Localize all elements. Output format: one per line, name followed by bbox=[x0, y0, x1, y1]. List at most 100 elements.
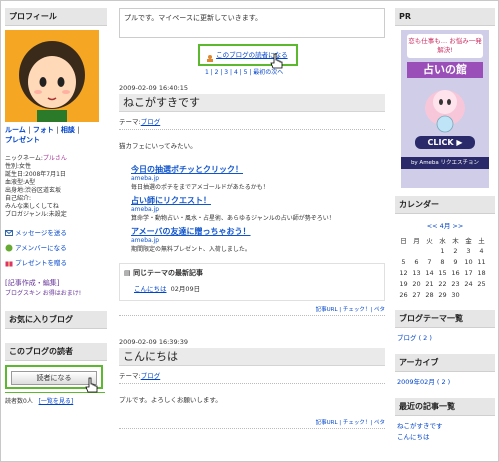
profile-nav: ルーム | フォト | 相談 | プレゼント bbox=[5, 126, 80, 144]
profile-details: ニックネーム:プルさん 性別:女性 誕生日:2008年7月1日 血液型:A型 出… bbox=[5, 155, 107, 219]
promo-source[interactable]: ameba.jp bbox=[131, 237, 385, 244]
promo-source[interactable]: ameba.jp bbox=[131, 206, 385, 213]
calendar-header: カレンダー bbox=[395, 196, 495, 214]
promo-title[interactable]: 占い師にリクエスト！ bbox=[131, 195, 385, 206]
send-message-label: メッセージを送る bbox=[15, 229, 67, 237]
calendar-table: 日月火水木金土 1234 5 6 7 8 9 10 11 12 13 14 15 16 17 18 19… bbox=[397, 234, 488, 300]
blog-theme-header: ブログテーマ一覧 bbox=[395, 310, 495, 328]
pager[interactable]: 1 | 2 | 3 | 4 | 5 | 最初の次へ bbox=[205, 67, 385, 76]
calendar-week: 5 6 7 8 9 10 11 bbox=[397, 256, 488, 267]
nickname-label: ニックネーム: bbox=[5, 155, 43, 162]
send-present-link[interactable]: プレゼントを贈る bbox=[5, 259, 107, 268]
weekday: 金 bbox=[465, 236, 472, 245]
ad-click-button[interactable]: CLICK ▶ bbox=[415, 136, 475, 149]
same-theme-box: ▤ 同じテーマの最新記事 こんにちは 02月09日 bbox=[119, 263, 385, 301]
theme-link[interactable]: ブログ bbox=[141, 118, 161, 126]
ad-title: 占いの館 bbox=[407, 62, 483, 78]
day bbox=[462, 289, 475, 300]
nav-photo-link[interactable]: フォト bbox=[33, 126, 54, 134]
promo-item: 今日の抽選ポチッとクリック！ ameba.jp 毎日抽選のポチをまでアメゴールド… bbox=[131, 164, 385, 191]
nav-consult-link[interactable]: 相談 bbox=[61, 126, 75, 134]
day: 12 bbox=[399, 268, 408, 277]
main-content: プルです。マイペースに更新していきます。 このブログの読者になる 1 | 2 |… bbox=[119, 8, 385, 429]
promo-item: 占い師にリクエスト！ ameba.jp 算命学・動物占い・風水・占星術、あらゆる… bbox=[131, 195, 385, 222]
day: 21 bbox=[425, 279, 434, 288]
edit-post-link[interactable]: [記事作成・編集] bbox=[5, 278, 107, 288]
day bbox=[410, 245, 423, 256]
entry-body: プルです。よろしくお願いします。 bbox=[119, 396, 222, 404]
day: 22 bbox=[438, 279, 447, 288]
theme-link[interactable]: ブログ bbox=[141, 372, 161, 380]
same-theme-link[interactable]: こんにちは bbox=[134, 285, 167, 293]
gift-icon bbox=[5, 259, 13, 267]
promo-title[interactable]: 今日の抽選ポチッとクリック！ bbox=[131, 164, 385, 175]
theme-label: テーマ: bbox=[119, 118, 141, 126]
day bbox=[423, 245, 436, 256]
day: 25 bbox=[477, 279, 486, 288]
day: 23 bbox=[451, 279, 460, 288]
entry-actions[interactable]: 記事URL | チェック！| ペタ bbox=[119, 418, 385, 429]
same-theme-header: ▤ 同じテーマの最新記事 bbox=[124, 268, 380, 278]
day bbox=[475, 289, 488, 300]
pr-header: PR bbox=[395, 8, 495, 26]
send-present-label: プレゼントを贈る bbox=[15, 259, 67, 267]
same-theme-date: 02月09日 bbox=[170, 285, 201, 293]
blogger-genre-line: ブロガジャンル:未設定 bbox=[5, 211, 67, 218]
entry-actions[interactable]: 記事URL | チェック！| ペタ bbox=[119, 305, 385, 316]
send-message-link[interactable]: メッセージを送る bbox=[5, 229, 107, 238]
calendar-weekday-row: 日月火水木金土 bbox=[397, 234, 488, 245]
theme-label: テーマ: bbox=[119, 372, 141, 380]
reader-count: 読者数0人 [一覧を見る] bbox=[5, 396, 107, 405]
day: 13 bbox=[412, 268, 421, 277]
entry-title[interactable]: こんにちは bbox=[119, 348, 385, 366]
promo-source[interactable]: ameba.jp bbox=[131, 175, 385, 182]
blog-theme-link[interactable]: ブログ ( 2 ) bbox=[397, 332, 495, 342]
profile-avatar[interactable] bbox=[5, 30, 99, 122]
day: 5 bbox=[401, 257, 406, 266]
day: 3 bbox=[466, 246, 471, 255]
reader-button-highlight: 読者になる bbox=[5, 365, 103, 393]
fortune-ad-banner[interactable]: 恋も仕事も… お悩み一発解決! 占いの館 CLICK ▶ by Ameba リク… bbox=[401, 30, 489, 188]
blog-message-box: プルです。マイペースに更新していきます。 bbox=[119, 8, 385, 38]
recent-post-link[interactable]: こんにちは bbox=[397, 431, 495, 441]
recent-post-link[interactable]: ねこがすきです bbox=[397, 420, 495, 430]
nav-room-link[interactable]: ルーム bbox=[5, 126, 26, 134]
day: 15 bbox=[438, 268, 447, 277]
fortune-teller-illustration bbox=[425, 90, 465, 133]
day: 18 bbox=[477, 268, 486, 277]
list-icon: ▤ bbox=[124, 269, 134, 277]
day: 17 bbox=[464, 268, 473, 277]
day: 29 bbox=[438, 290, 447, 299]
day: 14 bbox=[425, 268, 434, 277]
weekday: 土 bbox=[478, 236, 485, 245]
day: 2 bbox=[453, 246, 458, 255]
nav-present-link[interactable]: プレゼント bbox=[5, 136, 40, 144]
calendar: << 4月 >> 日月火水木金土 1234 5 6 7 8 9 10 11 12 13 14 15… bbox=[395, 220, 495, 300]
entry-date: 2009-02-09 16:39:39 bbox=[119, 338, 189, 346]
calendar-week: 12 13 14 15 16 17 18 bbox=[397, 267, 488, 278]
promo-title[interactable]: アメーバの友達に贈っちゃおう！ bbox=[131, 226, 385, 237]
entry-theme: テーマ:ブログ bbox=[119, 116, 385, 130]
promo-description: 期間限定の無料プレゼント、入荷しました。 bbox=[131, 246, 251, 253]
gender-line: 性別:女性 bbox=[5, 163, 32, 170]
entry-date: 2009-02-09 16:40:15 bbox=[119, 84, 189, 92]
day: 6 bbox=[414, 257, 419, 266]
day: 16 bbox=[451, 268, 460, 277]
blog-skin-link[interactable]: ブログスキン お得はおまけ! bbox=[5, 288, 107, 297]
amember-link[interactable]: アメンバーになる bbox=[5, 244, 107, 253]
reader-list-link[interactable]: [一覧を見る] bbox=[39, 398, 74, 405]
reader-icon bbox=[206, 51, 214, 62]
nickname-value: プルさん bbox=[42, 155, 67, 162]
reader-count-label: 読者数0人 bbox=[5, 398, 33, 405]
day: 10 bbox=[464, 257, 473, 266]
calendar-week: 26 27 28 29 30 bbox=[397, 289, 488, 300]
calendar-month-nav[interactable]: << 4月 >> bbox=[395, 220, 495, 230]
avatar-girl-illustration bbox=[5, 30, 99, 122]
favorites-header: お気に入りブログ bbox=[5, 311, 107, 329]
archive-link[interactable]: 2009年02月 ( 2 ) bbox=[397, 376, 495, 386]
day: 9 bbox=[453, 257, 458, 266]
entry-title[interactable]: ねこがすきです bbox=[119, 94, 385, 112]
day: 26 bbox=[399, 290, 408, 299]
recent-posts-header: 最近の記事一覧 bbox=[395, 398, 495, 416]
weekday: 火 bbox=[426, 236, 433, 245]
